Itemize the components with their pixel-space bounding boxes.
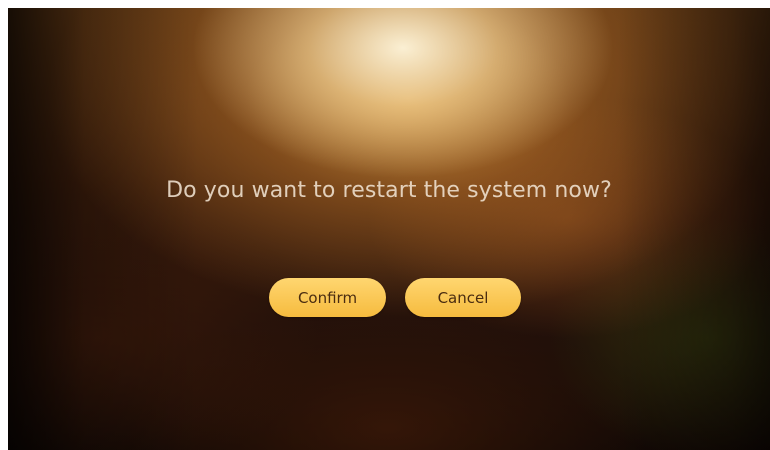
background-vignette <box>8 8 770 450</box>
cancel-button[interactable]: Cancel <box>405 278 521 317</box>
restart-dialog-screen: Do you want to restart the system now? C… <box>8 8 770 450</box>
confirm-button[interactable]: Confirm <box>269 278 386 317</box>
restart-prompt-message: Do you want to restart the system now? <box>166 178 612 203</box>
